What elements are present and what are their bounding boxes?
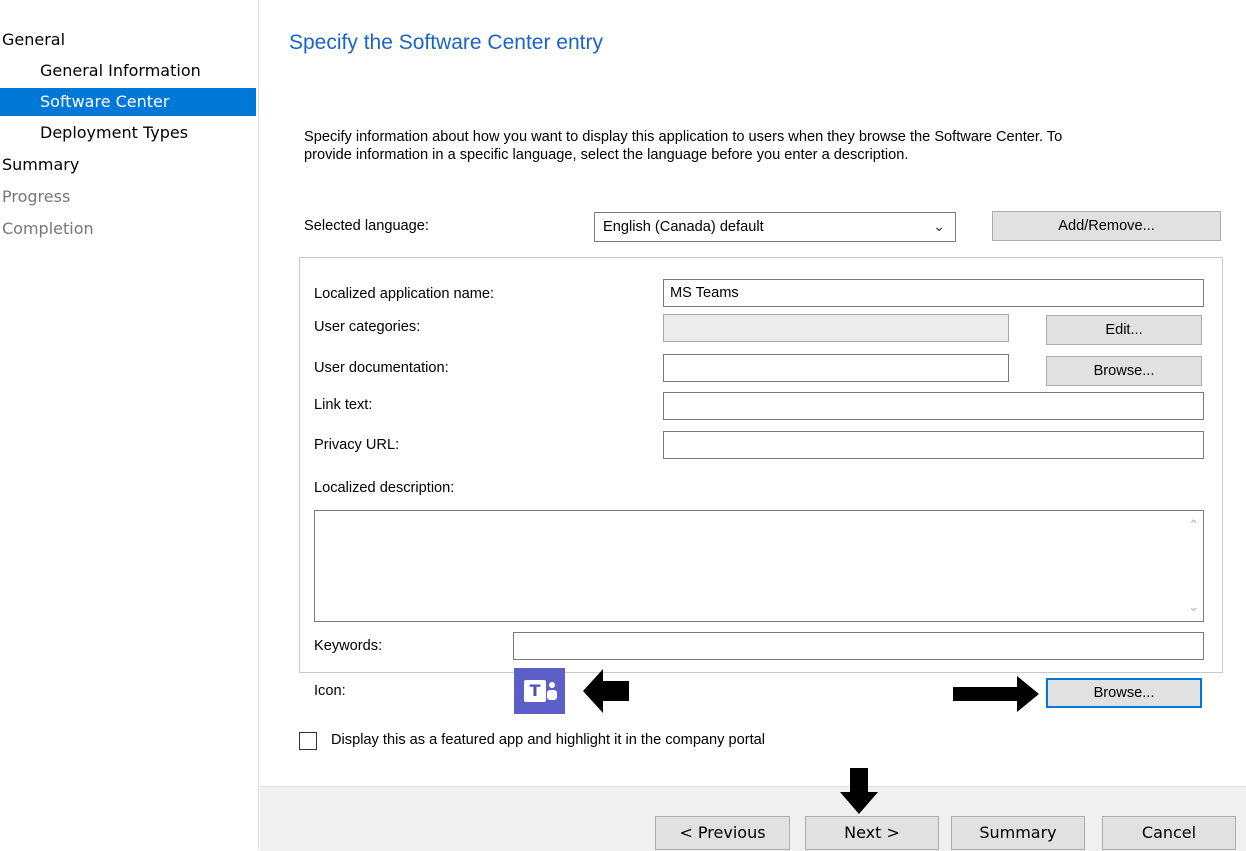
- scroll-down-icon[interactable]: ⌄: [1188, 599, 1199, 615]
- teams-person-body: [547, 690, 557, 700]
- summary-button[interactable]: Summary: [951, 816, 1085, 850]
- description-label: Localized description:: [314, 480, 455, 496]
- privacy-url-label: Privacy URL:: [314, 437, 400, 453]
- arrow-right-annotation: [953, 676, 1039, 712]
- featured-app-checkbox[interactable]: [299, 732, 317, 750]
- sidebar-item-deployment-types[interactable]: Deployment Types: [0, 119, 256, 147]
- edit-categories-button[interactable]: Edit...: [1046, 315, 1202, 345]
- sidebar-item-general[interactable]: General: [0, 26, 256, 54]
- user-documentation-input[interactable]: [663, 354, 1009, 382]
- intro-line-1: Specify information about how you want t…: [304, 129, 1063, 145]
- app-name-label: Localized application name:: [314, 286, 495, 302]
- next-button[interactable]: Next >: [805, 816, 939, 850]
- scroll-up-icon[interactable]: ⌃: [1188, 517, 1199, 533]
- language-dropdown-value: English (Canada) default: [603, 219, 764, 235]
- user-documentation-label: User documentation:: [314, 360, 449, 376]
- previous-button[interactable]: < Previous: [655, 816, 790, 850]
- teams-letter: T: [524, 680, 546, 702]
- browse-icon-button[interactable]: Browse...: [1046, 678, 1202, 708]
- microsoft-teams-icon: T: [514, 668, 565, 714]
- add-remove-button[interactable]: Add/Remove...: [992, 211, 1221, 241]
- sidebar-item-progress: Progress: [2, 187, 71, 206]
- sidebar-item-completion: Completion: [2, 219, 94, 238]
- keywords-input[interactable]: [513, 632, 1204, 660]
- wizard-sidebar: General General Information Software Cen…: [0, 0, 259, 850]
- sidebar-item-general-information[interactable]: General Information: [0, 57, 256, 85]
- sidebar-item-summary[interactable]: Summary: [0, 151, 256, 179]
- chevron-down-icon: ⌄: [933, 218, 945, 234]
- privacy-url-input[interactable]: [663, 431, 1204, 459]
- user-categories-label: User categories:: [314, 319, 421, 335]
- page-title: Specify the Software Center entry: [289, 31, 603, 54]
- arrow-down-annotation: [840, 768, 878, 814]
- teams-person-head: [549, 682, 555, 688]
- arrow-left-annotation: [583, 669, 629, 713]
- sidebar-item-software-center[interactable]: Software Center: [0, 88, 256, 116]
- featured-app-label: Display this as a featured app and highl…: [331, 732, 766, 748]
- cancel-button[interactable]: Cancel: [1102, 816, 1236, 850]
- link-text-label: Link text:: [314, 397, 373, 413]
- language-dropdown[interactable]: English (Canada) default ⌄: [594, 212, 956, 242]
- intro-text: Specify information about how you want t…: [304, 128, 1224, 164]
- link-text-input[interactable]: [663, 392, 1204, 420]
- browse-documentation-button[interactable]: Browse...: [1046, 356, 1202, 386]
- keywords-label: Keywords:: [314, 638, 383, 654]
- app-name-input[interactable]: MS Teams: [663, 279, 1204, 307]
- selected-language-label: Selected language:: [304, 218, 429, 234]
- icon-label: Icon:: [314, 683, 346, 699]
- user-categories-input: [663, 314, 1009, 342]
- main-panel: Specify the Software Center entry Specif…: [260, 0, 1246, 851]
- description-textarea[interactable]: ⌃ ⌄: [314, 510, 1204, 622]
- intro-line-2: provide information in a specific langua…: [304, 147, 909, 163]
